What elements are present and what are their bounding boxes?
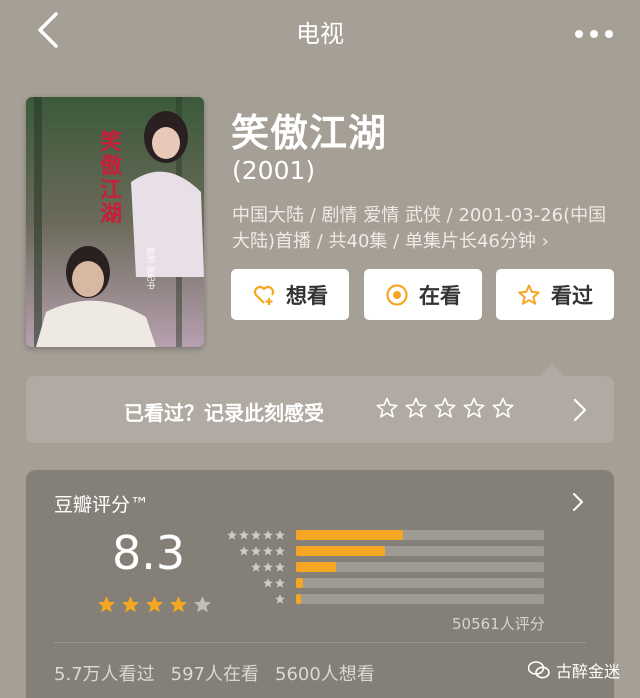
small-star-icon — [263, 530, 273, 540]
star-outline-icon[interactable] — [404, 396, 428, 420]
distribution-fill — [296, 562, 336, 572]
poster-title-char: 江 — [100, 177, 122, 203]
record-card-pointer — [540, 364, 564, 376]
star-outline-icon[interactable] — [491, 396, 515, 420]
more-button[interactable] — [574, 24, 614, 38]
rating-count: 50561人评分 — [452, 615, 545, 633]
distribution-track — [296, 594, 544, 604]
small-star-icon — [275, 594, 285, 604]
star-filled-icon — [146, 596, 163, 613]
distribution-row-3-star — [220, 560, 550, 576]
distribution-row-2-star — [220, 576, 550, 592]
small-star-icon — [275, 530, 285, 540]
score-stars — [96, 594, 213, 615]
distribution-row-4-star — [220, 544, 550, 560]
small-star-icon — [251, 562, 261, 572]
action-buttons: 想看 在看 看过 — [231, 269, 615, 321]
show-title: 笑傲江湖 — [231, 111, 388, 155]
star-filled-icon — [98, 596, 115, 613]
watched-count: 5.7万人看过 — [54, 664, 155, 685]
show-year: (2001) — [232, 156, 316, 185]
record-stars[interactable] — [375, 396, 515, 420]
poster-title-char: 傲 — [100, 153, 123, 179]
nav-bar: 电视 — [0, 0, 640, 60]
star-outline-icon — [518, 284, 540, 305]
rating-label: 豆瓣评分™ — [54, 494, 150, 516]
distribution-fill — [296, 530, 403, 540]
chevron-right-icon — [573, 398, 587, 422]
small-star-icon — [251, 546, 261, 556]
star-outline-icon[interactable] — [433, 396, 457, 420]
action-label: 想看 — [286, 283, 328, 308]
small-star-icon — [263, 546, 273, 556]
action-label: 看过 — [551, 283, 593, 308]
star-empty-icon — [194, 596, 211, 613]
poster-credit-text: 监制 张纪中 — [146, 247, 156, 290]
nav-title: 电视 — [296, 20, 344, 48]
distribution-stars — [238, 545, 286, 557]
small-star-icon — [239, 530, 249, 540]
target-icon — [386, 283, 408, 306]
small-star-icon — [275, 578, 285, 588]
small-star-icon — [263, 578, 273, 588]
small-star-icon — [263, 562, 273, 572]
distribution-fill — [296, 546, 386, 556]
rating-card[interactable]: 豆瓣评分™ 8.3 50561人评分 5.7万人看过 597人在看 5600人想… — [26, 470, 614, 698]
watched-button[interactable]: 看过 — [496, 269, 614, 320]
poster-image[interactable]: 笑 傲 江 湖 监制 张纪中 — [26, 97, 204, 347]
small-star-icon — [239, 546, 249, 556]
star-outline-icon[interactable] — [462, 396, 486, 420]
rating-distribution — [220, 528, 550, 608]
action-label: 在看 — [419, 283, 461, 308]
distribution-stars — [226, 529, 286, 541]
distribution-row-1-star — [220, 592, 550, 608]
watermark: 古醉金迷 — [528, 658, 620, 682]
star-filled-icon — [122, 596, 139, 613]
divider — [54, 642, 586, 643]
distribution-track — [296, 546, 544, 556]
poster-artwork: 笑 傲 江 湖 监制 张纪中 — [26, 97, 204, 347]
more-dots-icon — [575, 30, 613, 38]
heart-plus-icon — [253, 285, 275, 305]
poster-title-char: 湖 — [100, 201, 122, 227]
show-meta[interactable]: 中国大陆 / 剧情 爱情 武侠 / 2001-03-26(中国大陆)首播 / 共… — [232, 203, 610, 255]
distribution-track — [296, 530, 544, 540]
want-count: 5600人想看 — [275, 664, 375, 685]
distribution-track — [296, 562, 544, 572]
distribution-stars — [262, 577, 286, 589]
wechat-icon — [528, 661, 550, 679]
star-outline-icon[interactable] — [375, 396, 399, 420]
distribution-track — [296, 578, 544, 588]
small-star-icon — [227, 530, 237, 540]
watching-count: 597人在看 — [170, 664, 259, 685]
record-card[interactable]: 已看过？记录此刻感受 — [26, 376, 614, 443]
small-star-icon — [251, 530, 261, 540]
chevron-right-icon — [573, 493, 583, 511]
small-star-icon — [275, 562, 285, 572]
star-filled-icon — [170, 596, 187, 613]
watermark-text: 古醉金迷 — [556, 662, 621, 681]
distribution-fill — [296, 594, 301, 604]
distribution-fill — [296, 578, 304, 588]
watch-stats: 5.7万人看过 597人在看 5600人想看 — [54, 660, 375, 686]
poster-title-char: 笑 — [100, 129, 122, 155]
rating-score: 8.3 — [112, 526, 186, 580]
record-prompt: 已看过？记录此刻感受 — [124, 401, 324, 425]
distribution-stars — [274, 593, 286, 605]
want-to-watch-button[interactable]: 想看 — [231, 269, 349, 320]
distribution-row-5-star — [220, 528, 550, 544]
small-star-icon — [275, 546, 285, 556]
distribution-stars — [250, 561, 286, 573]
watching-button[interactable]: 在看 — [364, 269, 482, 320]
